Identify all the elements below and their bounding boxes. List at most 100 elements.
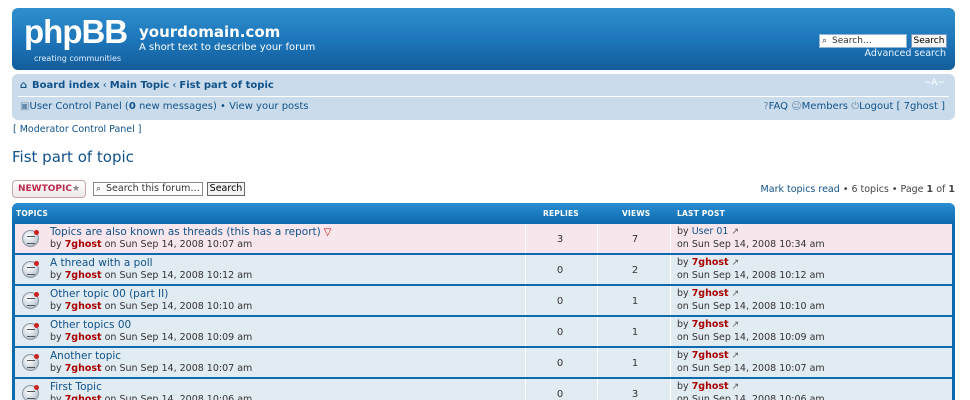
logo-tagline: creating communities [34,54,122,63]
last-post-date: on Sun Sep 14, 2008 10:09 am [677,332,825,343]
user-links: ▣User Control Panel (0 new messages) • V… [20,101,309,112]
header-last-post: LAST POST [677,209,725,218]
breadcrumb-separator: ‹ [172,80,177,91]
new-topic-button[interactable]: NEWTOPIC★ [12,180,86,198]
last-post-user-link[interactable]: 7ghost [692,319,729,330]
topic-meta: by 7ghost on Sun Sep 14, 2008 10:07 am [50,363,253,374]
last-post-by: by 7ghost ↗ [677,381,740,392]
cell-divider [525,317,526,346]
table-row: Topics are also known as threads (this h… [15,224,952,253]
site-header: phpBB creating communities yourdomain.co… [12,8,955,70]
view-latest-post-icon[interactable]: ↗ [731,227,739,237]
table-row: Other topics 00 by 7ghost on Sun Sep 14, … [15,317,952,346]
faq-link[interactable]: FAQ [769,101,788,112]
logout-link[interactable]: Logout [ 7ghost ] [859,101,945,112]
topic-unread-icon [22,292,39,309]
header-search-input[interactable]: ⌕ Search… [819,34,907,48]
last-post-user-link[interactable]: 7ghost [692,381,729,392]
breadcrumb-board-index[interactable]: Board index [32,80,100,91]
topic-meta: by 7ghost on Sun Sep 14, 2008 10:06 am [50,394,252,400]
topics-table: TOPICS REPLIES VIEWS LAST POST Topics ar… [12,203,955,400]
topic-meta: by 7ghost on Sun Sep 14, 2008 10:12 am [50,270,253,281]
last-post-date: on Sun Sep 14, 2008 10:12 am [677,270,825,281]
last-post-user-link[interactable]: User 01 [692,226,729,237]
members-icon: ☺ [791,101,802,112]
new-messages-count: 0 [128,101,136,112]
topic-title-link[interactable]: Other topic 00 (part II) [50,288,168,300]
topic-meta: by 7ghost on Sun Sep 14, 2008 10:09 am [50,332,253,343]
topic-title-link[interactable]: Other topics 00 [50,319,131,331]
topic-meta: by 7ghost on Sun Sep 14, 2008 10:10 am [50,301,253,312]
pagination: Mark topics read • 6 topics • Page 1 of … [761,184,955,195]
topic-unread-icon [22,261,39,278]
breadcrumb: ⌂ Board index ‹ Main Topic ‹ Fist part of top… [20,80,274,91]
views-count: 7 [631,234,639,245]
cell-divider [597,286,598,315]
advanced-search-link[interactable]: Advanced search [864,48,946,59]
logout-icon: ⏻ [851,101,860,112]
view-latest-post-icon[interactable]: ↗ [732,320,740,330]
nav-bullet: • [216,101,230,112]
topic-title-link[interactable]: First Topic [50,381,102,393]
topic-author-link[interactable]: 7ghost [65,332,102,343]
view-posts-link[interactable]: View your posts [229,101,308,112]
topic-title-link[interactable]: Topics are also known as threads (this h… [50,226,331,238]
breadcrumb-separator: ‹ [102,80,107,91]
cell-divider [597,348,598,377]
replies-count: 0 [556,327,564,338]
table-row: Other topic 00 (part II) by 7ghost on Sun… [15,286,952,315]
forum-search-input[interactable]: ⌕ Search this forum… [93,182,203,196]
page-of: of [933,184,949,195]
views-count: 1 [631,327,639,338]
topic-author-link[interactable]: 7ghost [65,363,102,374]
global-links: ?FAQ ☺Members ⏻Logout [ 7ghost ] [763,101,945,112]
font-resize-control[interactable]: ~A~ [924,78,945,88]
replies-count: 0 [556,265,564,276]
unread-dot-icon [34,230,39,235]
cell-divider [525,379,526,400]
table-header: TOPICS REPLIES VIEWS LAST POST [12,203,955,223]
header-search-button[interactable]: Search [911,34,947,48]
cell-divider [670,348,671,377]
topic-author-link[interactable]: 7ghost [65,270,102,281]
search-icon: ⌕ [822,36,828,46]
page-title[interactable]: Fist part of topic [12,148,134,166]
last-post-user-link[interactable]: 7ghost [692,288,729,299]
header-topics: TOPICS [16,209,49,218]
view-latest-post-icon[interactable]: ↗ [732,289,740,299]
ucp-link[interactable]: User Control Panel (0 new messages) [29,101,216,112]
topic-author-link[interactable]: 7ghost [65,301,102,312]
forum-search-placeholder: Search this forum… [106,183,200,194]
topic-title-link[interactable]: Another topic [50,350,121,362]
logo-text: phpBB [24,13,128,50]
last-post-by: by 7ghost ↗ [677,288,740,299]
star-icon: ★ [71,184,81,194]
topic-unread-icon [22,323,39,340]
moderator-control-panel-link[interactable]: [ Moderator Control Panel ] [13,124,142,135]
view-latest-post-icon[interactable]: ↗ [732,258,740,268]
report-icon[interactable]: ▽ [324,227,332,238]
page-total: 1 [948,184,955,195]
members-link[interactable]: Members [802,101,848,112]
mark-topics-read-link[interactable]: Mark topics read [761,184,840,195]
topic-author-link[interactable]: 7ghost [65,394,102,400]
views-count: 2 [631,265,639,276]
view-latest-post-icon[interactable]: ↗ [732,382,740,392]
unread-dot-icon [34,292,39,297]
topic-author-link[interactable]: 7ghost [65,239,102,250]
last-post-date: on Sun Sep 14, 2008 10:07 am [677,363,825,374]
cell-divider [525,255,526,284]
view-latest-post-icon[interactable]: ↗ [732,351,740,361]
last-post-by: by 7ghost ↗ [677,257,740,268]
cell-divider [597,255,598,284]
unread-dot-icon [34,323,39,328]
unread-dot-icon [34,261,39,266]
last-post-user-link[interactable]: 7ghost [692,350,729,361]
topic-title-link[interactable]: A thread with a poll [50,257,153,269]
breadcrumb-current-forum[interactable]: Fist part of topic [179,80,273,91]
phpbb-logo[interactable]: phpBB creating communities [24,13,132,65]
forum-search-button[interactable]: Search [207,182,245,196]
breadcrumb-main-topic[interactable]: Main Topic [110,80,170,91]
last-post-user-link[interactable]: 7ghost [692,257,729,268]
site-name[interactable]: yourdomain.com [139,23,280,41]
